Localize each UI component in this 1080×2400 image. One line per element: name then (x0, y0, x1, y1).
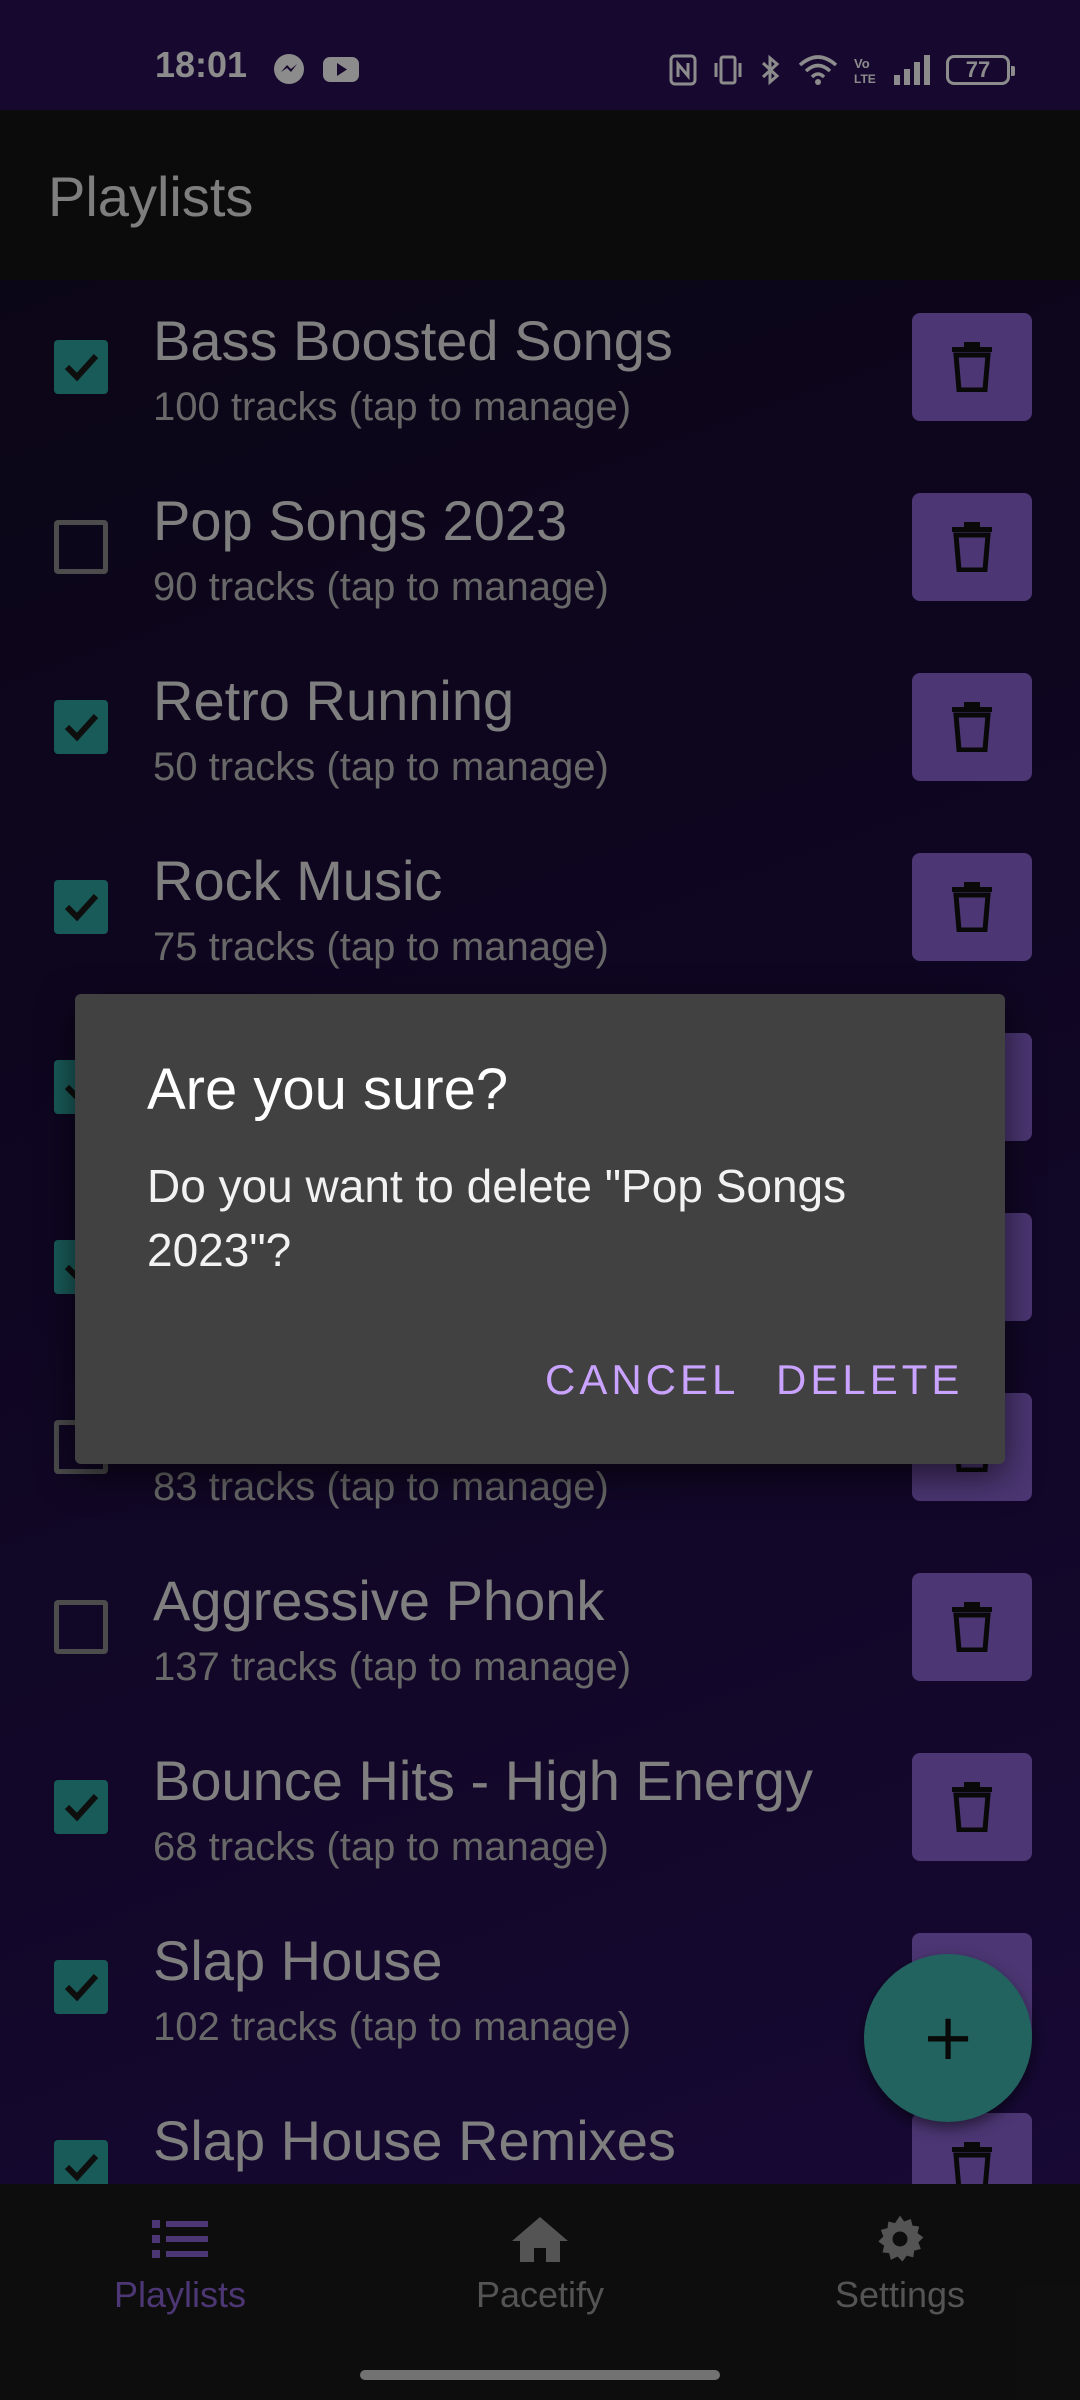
dialog-title: Are you sure? (147, 1057, 509, 1122)
cancel-button[interactable]: CANCEL (537, 1352, 747, 1408)
confirm-delete-dialog: Are you sure? Do you want to delete "Pop… (75, 994, 1005, 1464)
delete-button[interactable]: DELETE (768, 1352, 971, 1408)
dialog-message: Do you want to delete "Pop Songs 2023"? (147, 1160, 847, 1276)
